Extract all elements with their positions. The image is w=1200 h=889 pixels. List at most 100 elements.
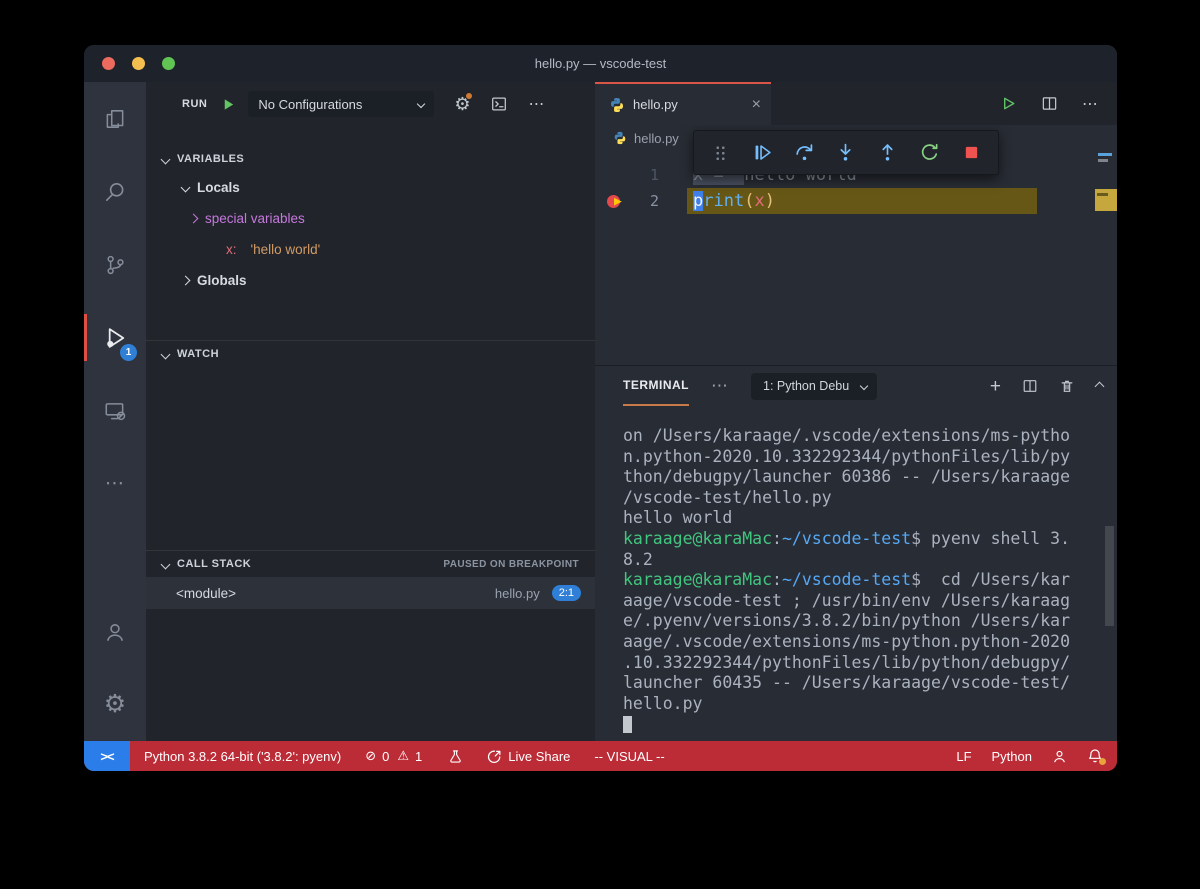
sidebar-item-explorer[interactable]	[84, 82, 146, 155]
stack-frame-row[interactable]: <module> hello.py 2:1	[146, 577, 595, 609]
variables-empty-space	[146, 296, 595, 340]
minimap[interactable]	[1095, 125, 1117, 365]
sidebar-item-run-debug[interactable]: 1	[84, 301, 146, 374]
gutter[interactable]: 1	[595, 162, 693, 188]
sidebar-item-source-control[interactable]	[84, 228, 146, 301]
notifications-button[interactable]	[1087, 748, 1106, 765]
terminal-scrollbar[interactable]	[1105, 526, 1114, 626]
gutter[interactable]: ▶ 2	[595, 188, 693, 214]
step-out-button[interactable]	[871, 136, 905, 170]
toolbar-drag-handle[interactable]	[704, 136, 738, 170]
breakpoint-indicator[interactable]: ▶	[595, 193, 641, 209]
remote-indicator[interactable]: ><	[84, 741, 130, 771]
run-python-file-button[interactable]	[1000, 95, 1017, 112]
terminal-line: launcher 60435 -- /Users/karaage/vscode-…	[623, 673, 1071, 693]
minimize-window-button[interactable]	[132, 57, 145, 70]
panel-more-actions-button[interactable]: ⋯	[711, 376, 729, 396]
continue-icon	[755, 145, 771, 160]
kill-terminal-button[interactable]	[1059, 378, 1075, 394]
debug-console-icon	[492, 97, 507, 111]
play-icon	[225, 98, 234, 110]
beaker-icon	[450, 749, 461, 763]
terminal-line: thon/debugpy/launcher 60386 -- /Users/ka…	[623, 467, 1071, 487]
terminal-line: karaage@karaMac:~/vscode-test$ pyenv she…	[623, 528, 1071, 548]
vscode-window: hello.py — vscode-test 1 ⋯ ⚙ RUN No Conf…	[84, 45, 1117, 771]
maximize-panel-button[interactable]	[1094, 381, 1105, 391]
split-editor-button[interactable]	[1041, 95, 1058, 112]
manage-button[interactable]: ⚙	[84, 668, 146, 741]
terminal-line	[623, 714, 1117, 735]
open-debug-console-button[interactable]	[490, 95, 508, 113]
python-interpreter-status[interactable]: Python 3.8.2 64-bit ('3.8.2': pyenv)	[144, 749, 341, 764]
tree-item-variable-x[interactable]: x: 'hello world'	[146, 234, 595, 265]
tests-status[interactable]	[448, 749, 463, 764]
workbench: 1 ⋯ ⚙ RUN No Configurations ⚙ ⋯ VARIABLE…	[84, 82, 1117, 741]
live-share-status[interactable]: Live Share	[487, 749, 570, 764]
sidebar-item-remote-explorer[interactable]	[84, 374, 146, 447]
variables-section-header[interactable]: VARIABLES	[146, 146, 595, 172]
source-control-icon	[107, 255, 124, 274]
editor-actions: ⋯	[1000, 82, 1117, 125]
tree-item-special-variables[interactable]: special variables	[146, 203, 595, 234]
tree-item-locals[interactable]: Locals	[146, 172, 595, 203]
problems-status[interactable]: ⊘ 0 ⚠ 1	[365, 748, 424, 764]
launch-configuration-value: No Configurations	[258, 96, 363, 112]
title-bar[interactable]: hello.py — vscode-test	[84, 45, 1117, 82]
editor-more-actions-button[interactable]: ⋯	[1082, 94, 1099, 114]
watch-section-header[interactable]: WATCH	[146, 341, 595, 367]
launch-configuration-dropdown[interactable]: No Configurations	[248, 91, 435, 117]
close-tab-icon[interactable]: ×	[752, 96, 761, 113]
terminal-line: /vscode-test/hello.py	[623, 487, 832, 507]
variables-section: VARIABLES Locals special variables x: 'h…	[146, 146, 595, 340]
stack-frame-file: hello.py	[494, 585, 540, 601]
views-more-actions-button[interactable]: ⋯	[528, 94, 545, 114]
continue-button[interactable]	[746, 136, 780, 170]
tree-item-globals[interactable]: Globals	[146, 265, 595, 296]
stack-frame-position-badge: 2:1	[551, 585, 581, 601]
split-terminal-button[interactable]	[1022, 378, 1038, 394]
step-into-button[interactable]	[829, 136, 863, 170]
terminal-selector-dropdown[interactable]: 1: Python Debu	[751, 372, 878, 400]
current-frame-arrow-icon: ▶	[614, 193, 622, 209]
error-icon: ⊘	[365, 748, 377, 763]
call-stack-section-header[interactable]: CALL STACK PAUSED ON BREAKPOINT	[146, 551, 595, 577]
split-editor-icon	[1042, 97, 1057, 110]
code-editor[interactable]: hello.py 1x = 'hello world' ▶ 2 print(x)	[595, 125, 1117, 365]
zoom-window-button[interactable]	[162, 57, 175, 70]
eol-label: LF	[956, 748, 972, 764]
configure-launch-button[interactable]: ⚙	[454, 91, 474, 115]
python-interpreter-label: Python 3.8.2 64-bit ('3.8.2': pyenv)	[144, 748, 342, 764]
watch-empty-space	[146, 367, 595, 550]
feedback-button[interactable]	[1052, 749, 1067, 764]
terminal-line: 8.2	[623, 549, 653, 569]
warning-count: 1	[415, 748, 423, 764]
terminal-content[interactable]: on /Users/karaage/.vscode/extensions/ms-…	[595, 406, 1117, 741]
step-over-button[interactable]	[787, 136, 821, 170]
language-label: Python	[991, 748, 1032, 764]
notification-dot	[1099, 758, 1106, 765]
language-mode-status[interactable]: Python	[992, 749, 1032, 764]
chevron-down-icon	[180, 182, 191, 193]
warning-icon: ⚠	[397, 748, 409, 763]
eol-status[interactable]: LF	[956, 749, 971, 764]
start-debug-button[interactable]	[221, 97, 236, 112]
sidebar-item-search[interactable]	[84, 155, 146, 228]
tab-hello-py[interactable]: hello.py ×	[595, 82, 771, 125]
chevron-down-icon	[160, 349, 171, 359]
ellipsis-icon: ⋯	[105, 473, 125, 494]
vim-mode-status: -- VISUAL --	[594, 749, 664, 764]
panel-header: TERMINAL ⋯ 1: Python Debu +	[595, 366, 1117, 406]
special-variables-label: special variables	[205, 211, 305, 226]
restart-button[interactable]	[912, 136, 946, 170]
debug-toolbar	[693, 130, 999, 175]
accounts-button[interactable]	[84, 595, 146, 668]
stop-button[interactable]	[954, 136, 988, 170]
activity-bar: 1 ⋯ ⚙	[84, 82, 146, 741]
terminal-line: .10.332292344/pythonFiles/lib/python/deb…	[623, 652, 1071, 672]
activity-more-button[interactable]: ⋯	[84, 447, 146, 520]
tab-terminal[interactable]: TERMINAL	[623, 366, 689, 406]
close-window-button[interactable]	[102, 57, 115, 70]
new-terminal-button[interactable]: +	[990, 377, 1001, 396]
bottom-panel: TERMINAL ⋯ 1: Python Debu + on /Users/ka…	[595, 365, 1117, 741]
editor-tab-bar: hello.py × ⋯	[595, 82, 1117, 125]
